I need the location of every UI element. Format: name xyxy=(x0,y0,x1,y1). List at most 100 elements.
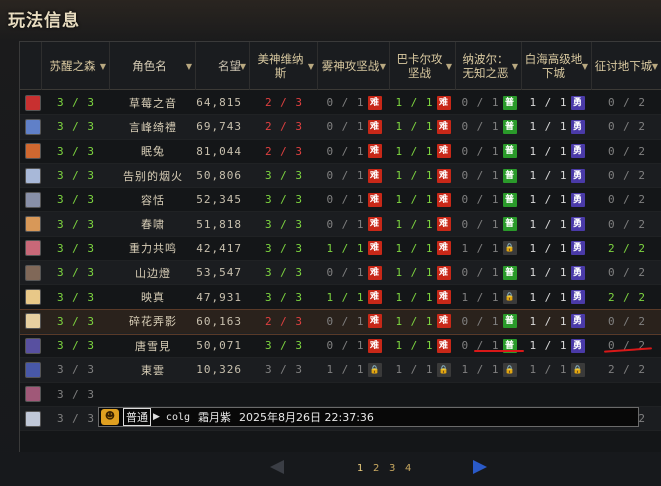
baihai-progress-value: 1 / 1 xyxy=(529,120,568,134)
column-header-6[interactable]: 巴卡尔攻坚战 ▼ xyxy=(390,42,456,90)
column-header-2[interactable]: 角色名 ▼ xyxy=(110,42,196,90)
fame: 10,326 xyxy=(196,358,250,382)
difficulty-badge-nan: 难 xyxy=(436,290,451,305)
column-header-4[interactable]: 美神维纳斯 ▼ xyxy=(250,42,318,90)
column-header-8[interactable]: 白海高级地下城 ▼ xyxy=(522,42,592,90)
table-row[interactable]: 3 / 3 xyxy=(20,383,661,407)
column-header-9[interactable]: 征讨地下城 ▼ xyxy=(592,42,661,90)
wushen-progress: 0 / 1难 xyxy=(318,115,390,139)
zhengtao-progress-value: 0 / 2 xyxy=(607,314,647,328)
difficulty-badge-nan: 难 xyxy=(436,265,451,280)
bakal-progress: 1 / 1难 xyxy=(390,164,456,188)
avatar-cell xyxy=(20,139,42,163)
difficulty-badge-nan: 难 xyxy=(436,95,451,110)
sort-arrow-icon: ▼ xyxy=(239,62,246,71)
difficulty-badge-nan: 难 xyxy=(436,119,451,134)
sort-arrow-icon: ▼ xyxy=(379,62,386,71)
sleep-forest-value: 3 / 3 xyxy=(56,144,96,158)
table-row[interactable]: 3 / 3 東雲 10,326 3 / 31 / 1 🔒 1 / 1 🔒 1 / 1 🔒 1 / … xyxy=(20,358,661,383)
baihai-progress: 1 / 1勇 xyxy=(522,91,592,115)
bakal-progress-value: 1 / 1 xyxy=(395,193,434,207)
column-header-3[interactable]: 名望 ▼ xyxy=(196,42,250,90)
column-header-5[interactable]: 雾神攻坚战 ▼ xyxy=(318,42,390,90)
sleep-forest-value: 3 / 3 xyxy=(56,339,96,353)
bakal-progress-value: 1 / 1 xyxy=(395,363,434,377)
difficulty-badge-nan: 难 xyxy=(367,241,382,256)
zhengtao-progress: 0 / 2 xyxy=(592,212,661,236)
character-name: 東雲 xyxy=(110,358,196,382)
table-row[interactable]: 3 / 3 映真 47,931 3 / 31 / 1难1 / 1难1 / 1 🔒 1 / … xyxy=(20,285,661,310)
avatar-cell xyxy=(20,382,42,406)
zhengtao-progress: 0 / 2 xyxy=(592,261,661,285)
difficulty-badge-yong: 勇 xyxy=(570,241,585,256)
difficulty-badge-nan: 难 xyxy=(367,290,382,305)
zhengtao-progress: 0 / 2 xyxy=(592,115,661,139)
nabol-progress-value: 0 / 1 xyxy=(461,266,500,280)
chat-bubble: ☻ 普通 ▶ colg 霜月紫 2025年8月26日 22:37:36 xyxy=(98,407,639,427)
table-row[interactable]: 3 / 3 草莓之音 64,815 2 / 30 / 1难1 / 1难0 / 1普1 … xyxy=(20,91,661,116)
sleep-forest-cell: 3 / 3 xyxy=(42,309,110,333)
table-row[interactable]: 3 / 3 唐雪見 50,071 3 / 30 / 1难1 / 1难0 / 1普1 /… xyxy=(20,334,661,359)
character-name-value: 言峰绮禮 xyxy=(129,120,177,134)
zhengtao-progress: 0 / 2 xyxy=(592,188,661,212)
difficulty-badge-pu: 普 xyxy=(502,144,517,159)
pager-page-2[interactable]: 2 xyxy=(373,463,379,474)
pager-page-3[interactable]: 3 xyxy=(389,463,395,474)
zhengtao-progress-value: 0 / 2 xyxy=(607,217,647,231)
venus-progress: 3 / 3 xyxy=(250,285,318,309)
table-row[interactable]: 3 / 3 容恬 52,345 3 / 30 / 1难1 / 1难0 / 1普1 / … xyxy=(20,188,661,213)
nabol-progress: 0 / 1普 xyxy=(456,188,522,212)
pager-page-4[interactable]: 4 xyxy=(405,463,411,474)
character-name: 眠兔 xyxy=(110,139,196,163)
character-name-value: 眠兔 xyxy=(141,145,165,159)
baihai-progress-value: 1 / 1 xyxy=(529,363,568,377)
wushen-progress-value: 1 / 1 xyxy=(326,241,365,255)
table-row[interactable]: 3 / 3 重力共鸣 42,417 3 / 31 / 1难1 / 1难1 / 1 🔒 1 … xyxy=(20,236,661,262)
avatar xyxy=(25,240,41,257)
sleep-forest-value: 3 / 3 xyxy=(56,412,96,426)
zhengtao-progress-value: 0 / 2 xyxy=(607,120,647,134)
baihai-progress-value: 1 / 1 xyxy=(529,290,568,304)
column-header-1[interactable]: 苏醒之森 ▼ xyxy=(42,42,110,90)
fame-value: 81,044 xyxy=(196,144,242,158)
zhengtao-progress-value: 2 / 2 xyxy=(607,290,647,304)
difficulty-badge-nan: 难 xyxy=(367,168,382,183)
bakal-progress: 1 / 1难 xyxy=(390,334,456,358)
character-name-value: 唐雪見 xyxy=(135,339,171,353)
sleep-forest-value: 3 / 3 xyxy=(56,387,96,401)
nabol-progress: 1 / 1🔒 xyxy=(456,236,522,260)
venus-progress-value: 2 / 3 xyxy=(264,120,304,134)
table-row[interactable]: 3 / 3 告别的烟火 50,806 3 / 30 / 1难1 / 1难0 / 1普1… xyxy=(20,163,661,189)
difficulty-badge-pu: 普 xyxy=(502,119,517,134)
zhengtao-progress-value: 0 / 2 xyxy=(607,96,647,110)
avatar xyxy=(25,191,41,208)
table-row[interactable]: 3 / 3 碎花弄影 60,163 2 / 30 / 1难1 / 1难0 / 1普1 … xyxy=(20,308,661,335)
avatar-cell xyxy=(20,236,42,260)
difficulty-badge-yong: 勇 xyxy=(570,338,585,353)
difficulty-badge-yong: 勇 xyxy=(570,144,585,159)
column-header-7[interactable]: 纳波尔：无知之恶 ▼ xyxy=(456,42,522,90)
fame: 42,417 xyxy=(196,236,250,260)
sleep-forest-cell: 3 / 3 xyxy=(42,115,110,139)
avatar xyxy=(25,289,41,306)
sleep-forest-value: 3 / 3 xyxy=(56,363,96,377)
bakal-progress xyxy=(390,382,456,406)
table-row[interactable]: 3 / 3 春啸 51,818 3 / 30 / 1难1 / 1难0 / 1普1 / … xyxy=(20,212,661,237)
baihai-progress: 1 / 1勇 xyxy=(522,236,592,260)
avatar xyxy=(25,167,41,184)
pager-page-1[interactable]: 1 xyxy=(357,463,363,474)
nabol-progress-value: 1 / 1 xyxy=(461,363,500,377)
wushen-progress xyxy=(318,382,390,406)
avatar-cell xyxy=(20,261,42,285)
zhengtao-progress: 2 / 2 xyxy=(592,285,661,309)
difficulty-badge-lock: 🔒 xyxy=(502,290,517,305)
pager-prev-icon[interactable] xyxy=(270,460,284,474)
table-body: 3 / 3 草莓之音 64,815 2 / 30 / 1难1 / 1难0 / 1普1 … xyxy=(20,91,661,432)
table-row[interactable]: 3 / 3 眠兔 81,044 2 / 30 / 1难1 / 1难0 / 1普1 / … xyxy=(20,140,661,164)
table-row[interactable]: 3 / 3 言峰绮禮 69,743 2 / 30 / 1难1 / 1难0 / 1普1 … xyxy=(20,115,661,140)
chat-channel-icon: ☻ xyxy=(101,409,119,425)
bakal-progress-value: 1 / 1 xyxy=(395,266,434,280)
baihai-progress: 1 / 1🔒 xyxy=(522,358,592,382)
table-row[interactable]: 3 / 3 山边燈 53,547 3 / 30 / 1难1 / 1难0 / 1普1 /… xyxy=(20,261,661,286)
pager-next-icon[interactable] xyxy=(473,460,487,474)
